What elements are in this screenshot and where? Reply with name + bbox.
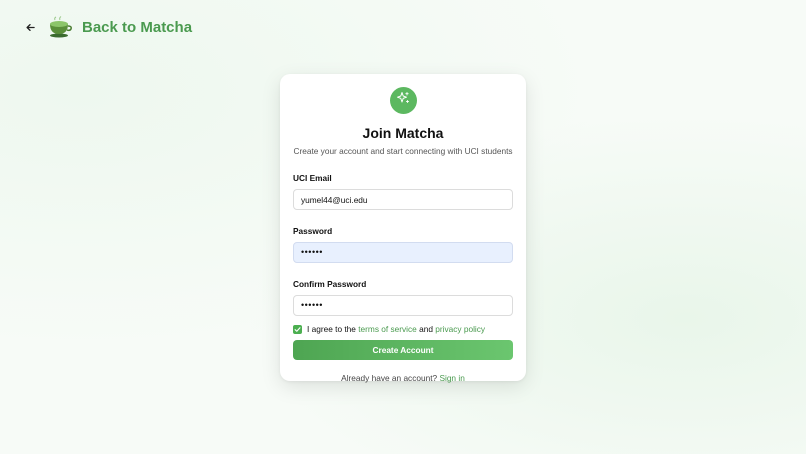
terms-agreement: I agree to the terms of service and priv… [293, 324, 513, 334]
password-label: Password [293, 226, 333, 236]
agree-and: and [419, 324, 433, 334]
arrow-left-icon [26, 20, 36, 35]
signup-card: Join Matcha Create your account and star… [280, 74, 526, 383]
agree-checkbox[interactable] [293, 324, 302, 334]
back-link-label: Back to Matcha [82, 18, 193, 36]
sign-in-link[interactable]: Sign in [439, 373, 464, 383]
email-field[interactable] [293, 189, 513, 210]
privacy-policy-link[interactable]: privacy policy [435, 324, 485, 334]
agree-prefix: I agree to the [307, 324, 356, 334]
confirm-password-label: Confirm Password [293, 279, 367, 289]
confirm-password-field[interactable]: •••••• [293, 295, 513, 316]
back-to-matcha-link[interactable]: Back to Matcha [26, 16, 192, 38]
page-subtitle: Create your account and start connecting… [293, 146, 513, 156]
matcha-cup-logo-icon [46, 16, 72, 38]
terms-of-service-link[interactable]: terms of service [358, 324, 417, 334]
email-label: UCI Email [293, 173, 332, 183]
sparkles-icon [396, 91, 410, 110]
password-field[interactable]: •••••• [293, 242, 513, 263]
signin-prompt-text: Already have an account? [341, 373, 438, 383]
sparkles-badge [389, 87, 417, 114]
page-title: Join Matcha [362, 125, 444, 141]
create-account-button[interactable]: Create Account [293, 340, 513, 360]
signin-prompt: Already have an account? Sign in [293, 373, 513, 383]
checkmark-icon [294, 326, 301, 332]
